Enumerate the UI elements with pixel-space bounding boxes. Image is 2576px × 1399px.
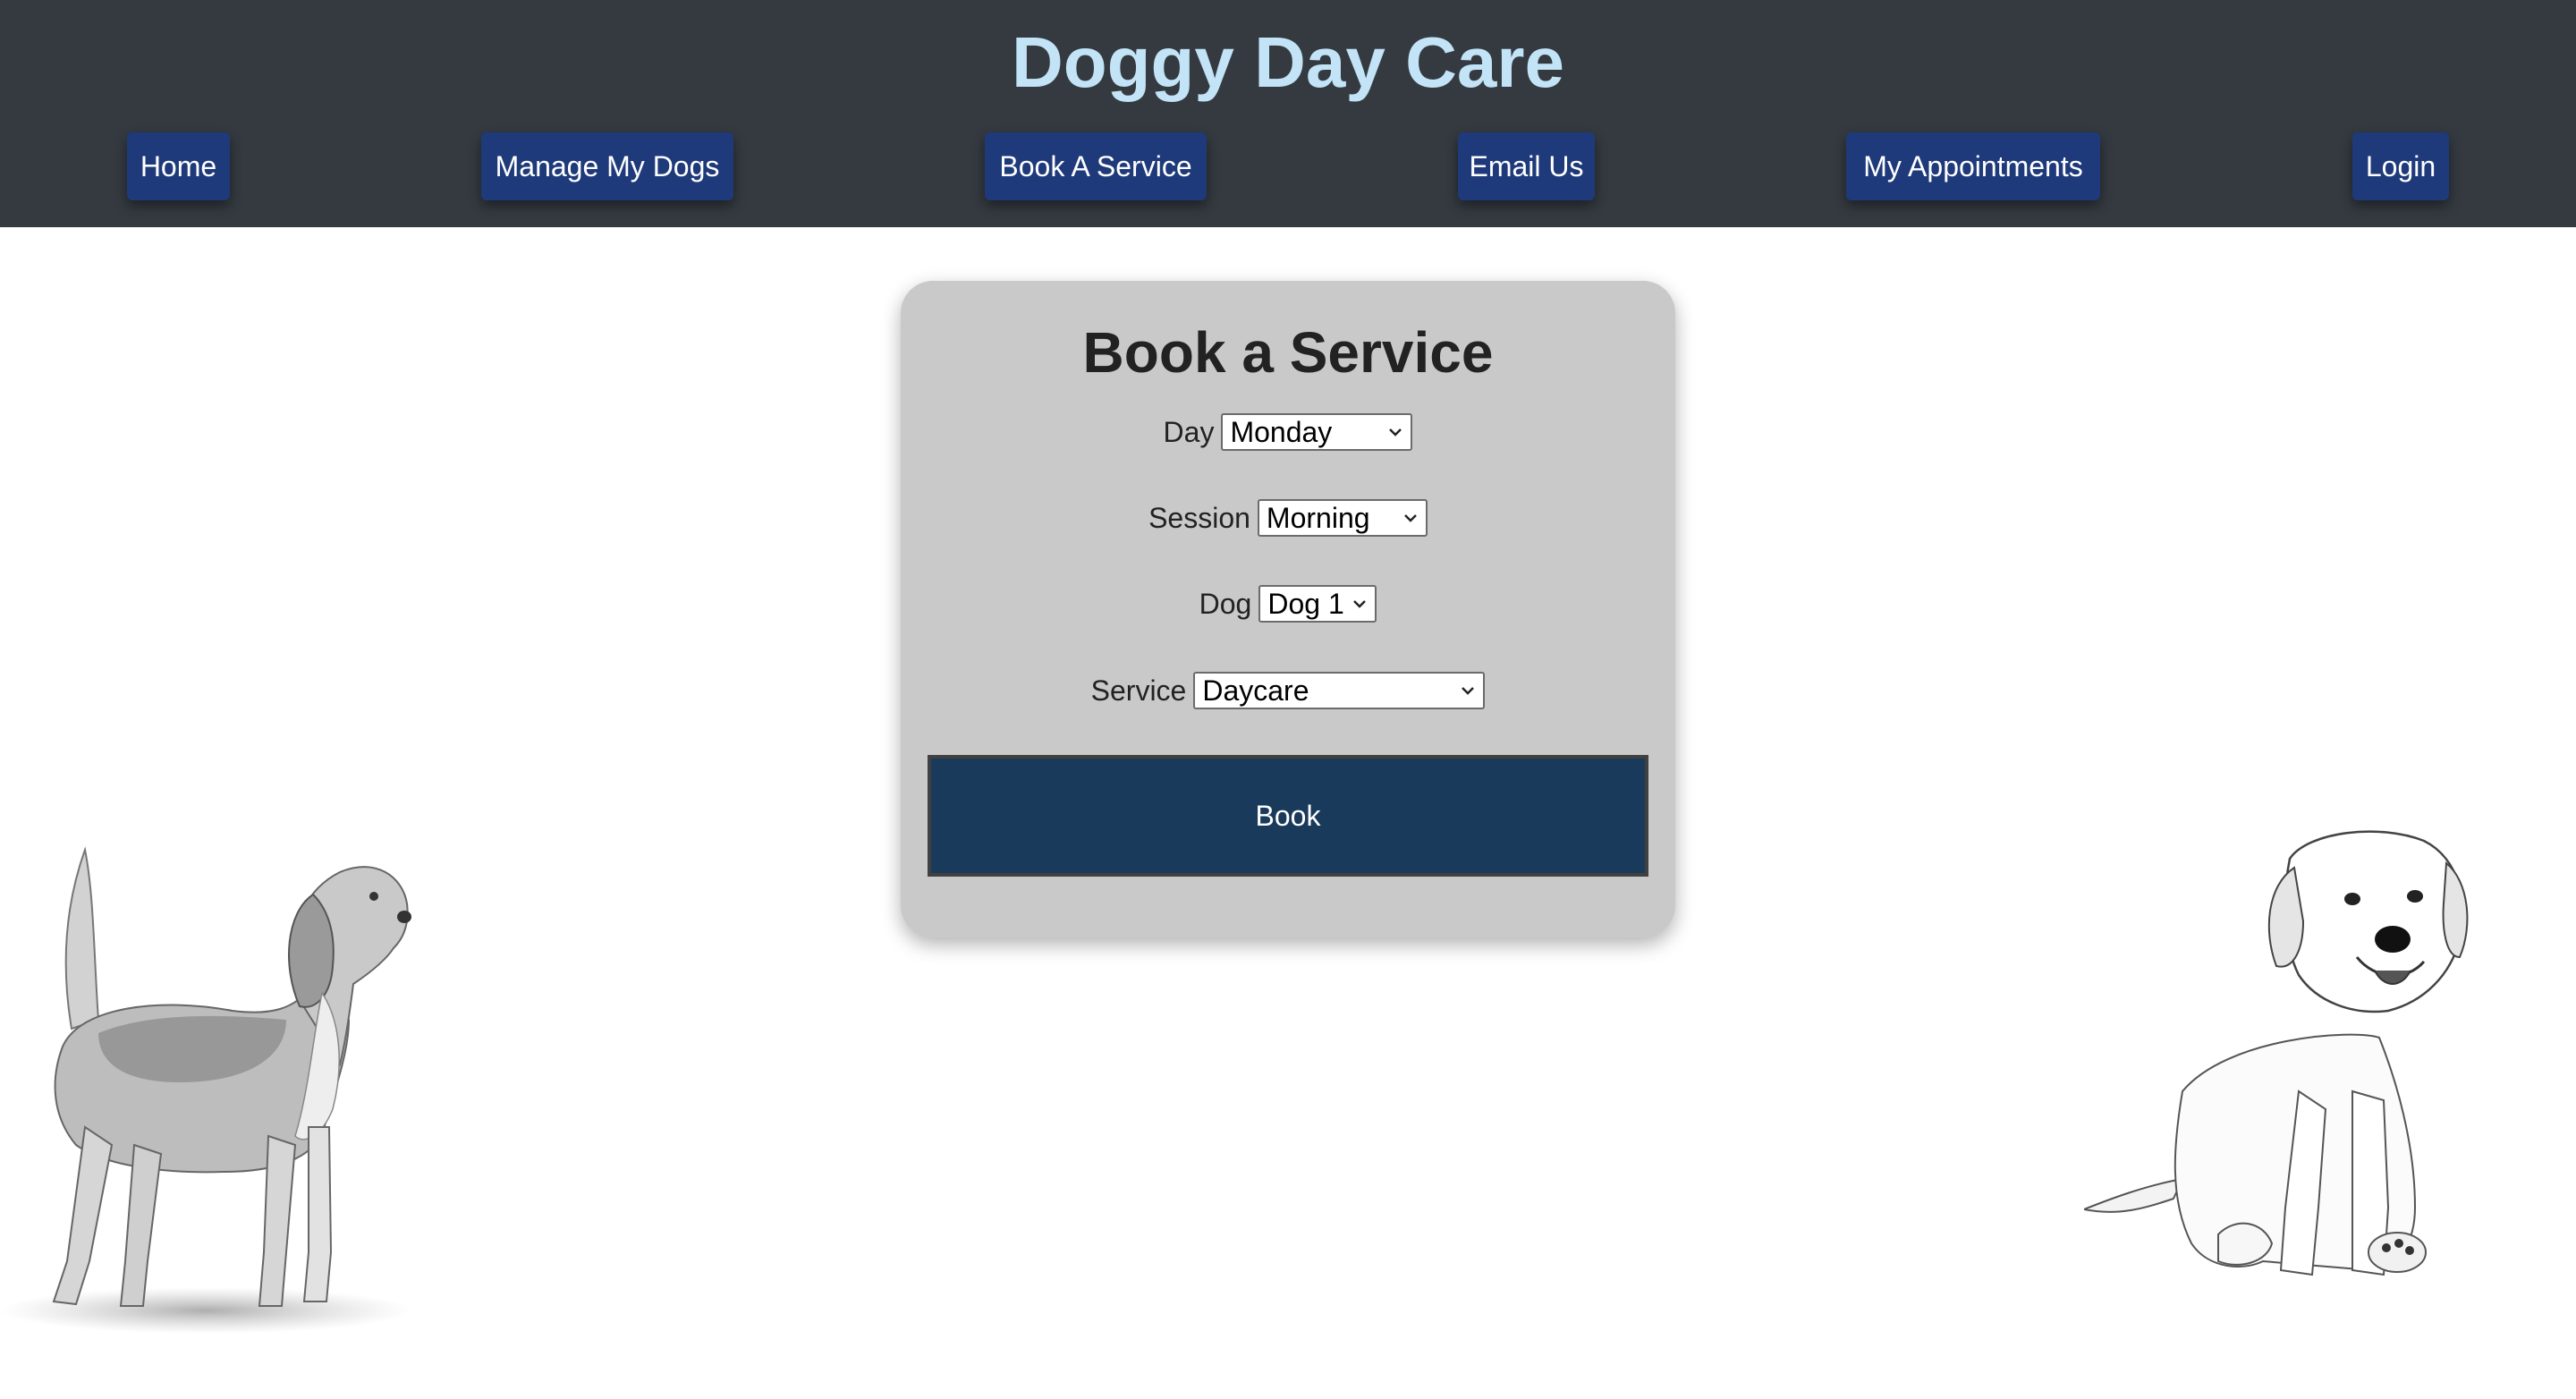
day-field-row: Day Monday	[901, 411, 1675, 454]
day-select-value: Monday	[1230, 415, 1333, 448]
session-select[interactable]: Morning	[1257, 499, 1428, 537]
page-title: Book a Service	[1082, 320, 1494, 385]
golden-retriever-puppy-sketch-image	[2084, 830, 2469, 1276]
chevron-down-icon	[1389, 428, 1402, 437]
book-button[interactable]: Book	[928, 755, 1648, 877]
dog-select-value: Dog 1	[1267, 587, 1344, 620]
nav-manage-my-dogs-button[interactable]: Manage My Dogs	[481, 132, 733, 200]
dog-label: Dog	[1199, 588, 1252, 620]
service-field-row: Service Daycare	[901, 669, 1675, 712]
chevron-down-icon	[1353, 600, 1367, 608]
nav-login-button[interactable]: Login	[2352, 132, 2449, 200]
dog-field-row: Dog Dog 1	[901, 582, 1675, 625]
booking-card: Book a Service Day Monday Session Mornin…	[901, 281, 1675, 937]
nav-email-us-button[interactable]: Email Us	[1458, 132, 1595, 200]
nav-my-appointments-button[interactable]: My Appointments	[1846, 132, 2100, 200]
service-select[interactable]: Daycare	[1193, 672, 1486, 709]
session-label: Session	[1148, 502, 1250, 534]
site-header: Doggy Day Care Home Manage My Dogs Book …	[0, 0, 2576, 227]
day-label: Day	[1163, 416, 1215, 448]
dog-select[interactable]: Dog 1	[1258, 585, 1377, 623]
beagle-sketch-image	[0, 846, 411, 1334]
nav-home-button[interactable]: Home	[127, 132, 230, 200]
session-select-value: Morning	[1266, 501, 1370, 534]
session-field-row: Session Morning	[901, 496, 1675, 539]
chevron-down-icon	[1404, 514, 1417, 522]
chevron-down-icon	[1462, 687, 1475, 695]
site-title: Doggy Day Care	[1012, 22, 1564, 102]
service-label: Service	[1090, 674, 1187, 707]
nav-book-a-service-button[interactable]: Book A Service	[985, 132, 1207, 200]
service-select-value: Daycare	[1202, 674, 1309, 707]
day-select[interactable]: Monday	[1221, 413, 1413, 451]
